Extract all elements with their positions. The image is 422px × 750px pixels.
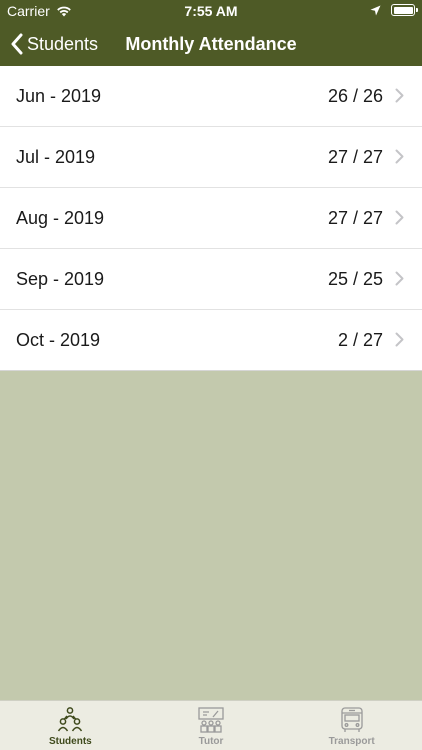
month-label: Sep - 2019 bbox=[16, 268, 105, 289]
tab-transport-label: Transport bbox=[328, 736, 375, 747]
tutor-icon bbox=[198, 707, 224, 733]
tab-tutor-label: Tutor bbox=[198, 736, 224, 747]
tab-students-label: Students bbox=[48, 736, 92, 747]
attendance-row-jul[interactable]: Jul - 2019 27 / 27 bbox=[0, 127, 422, 188]
status-right bbox=[370, 4, 418, 16]
chevron-right-icon bbox=[395, 149, 404, 164]
attendance-row-jun[interactable]: Jun - 2019 26 / 26 bbox=[0, 66, 422, 127]
status-time: 7:55 AM bbox=[184, 3, 238, 19]
attendance-count: 27 / 27 bbox=[327, 207, 383, 228]
nav-bar: Students Monthly Attendance bbox=[0, 22, 422, 66]
chevron-right-icon bbox=[395, 88, 404, 103]
month-label: Aug - 2019 bbox=[16, 207, 105, 228]
tab-students[interactable]: Students bbox=[0, 701, 141, 750]
attendance-count: 26 / 26 bbox=[327, 85, 383, 106]
battery-icon bbox=[391, 4, 418, 16]
attendance-list: Jun - 2019 26 / 26 Jul - 2019 27 / 27 Au… bbox=[0, 66, 422, 371]
tab-bar: Students Tutor Transport bbox=[0, 700, 422, 750]
status-bar: Carrier 7:55 AM bbox=[0, 0, 422, 22]
month-label: Oct - 2019 bbox=[16, 329, 101, 350]
location-arrow-icon bbox=[370, 5, 381, 15]
tab-tutor[interactable]: Tutor bbox=[141, 701, 282, 750]
students-icon bbox=[58, 707, 83, 732]
attendance-count: 2 / 27 bbox=[337, 329, 383, 350]
attendance-row-aug[interactable]: Aug - 2019 27 / 27 bbox=[0, 188, 422, 249]
month-label: Jun - 2019 bbox=[16, 85, 102, 106]
attendance-count: 25 / 25 bbox=[327, 268, 383, 289]
attendance-row-sep[interactable]: Sep - 2019 25 / 25 bbox=[0, 249, 422, 310]
tab-transport[interactable]: Transport bbox=[281, 701, 422, 750]
page-title: Monthly Attendance bbox=[125, 34, 297, 54]
chevron-right-icon bbox=[395, 210, 404, 225]
chevron-right-icon bbox=[395, 271, 404, 286]
bus-icon bbox=[341, 707, 363, 732]
chevron-right-icon bbox=[395, 332, 404, 347]
header: Carrier 7:55 AM Students Monthly Attenda… bbox=[0, 0, 422, 66]
attendance-count: 27 / 27 bbox=[327, 146, 383, 167]
month-label: Jul - 2019 bbox=[16, 146, 96, 167]
attendance-row-oct[interactable]: Oct - 2019 2 / 27 bbox=[0, 310, 422, 371]
